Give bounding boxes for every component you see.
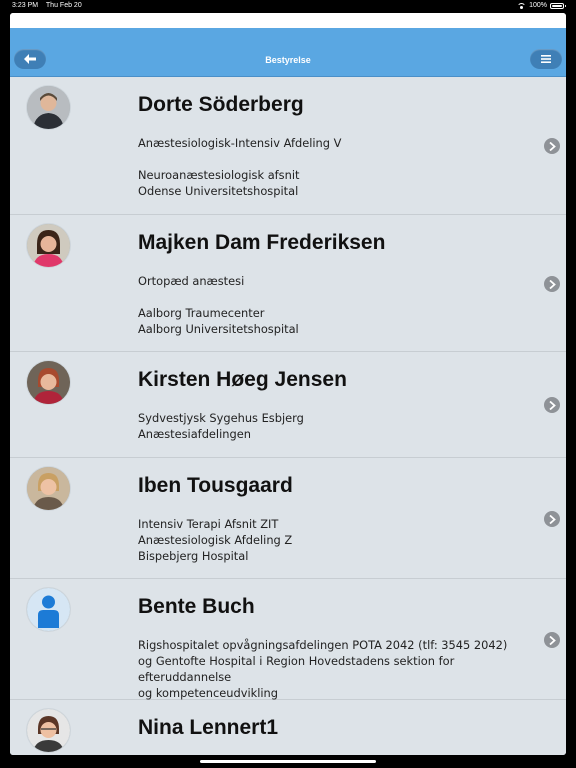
chevron-right-icon[interactable] xyxy=(544,511,560,527)
member-name: Dorte Söderberg xyxy=(138,93,304,116)
member-details: Intensiv Terapi Afsnit ZIT Anæstesiologi… xyxy=(138,516,538,564)
detail-line: Anæstesiologisk Afdeling Z xyxy=(138,533,293,547)
detail-line: Ortopæd anæstesi xyxy=(138,274,245,288)
detail-line: Aalborg Universitetshospital xyxy=(138,322,299,336)
wifi-icon xyxy=(517,2,527,9)
list-item[interactable]: Nina Lennert1 xyxy=(10,700,566,755)
detail-line: Odense Universitetshospital xyxy=(138,184,299,198)
detail-line: Aalborg Traumecenter xyxy=(138,306,265,320)
navigation-bar: Bestyrelse xyxy=(10,28,566,77)
menu-button[interactable] xyxy=(530,49,562,69)
detail-line: Intensiv Terapi Afsnit ZIT xyxy=(138,517,279,531)
page-title: Bestyrelse xyxy=(265,55,311,65)
avatar xyxy=(27,224,70,267)
detail-line: Anæstesiafdelingen xyxy=(138,427,251,441)
list-item[interactable]: Majken Dam Frederiksen Ortopæd anæstesi … xyxy=(10,215,566,352)
list-item[interactable]: Dorte Söderberg Anæstesiologisk-Intensiv… xyxy=(10,77,566,215)
avatar xyxy=(27,361,70,404)
detail-line: og Gentofte Hospital i Region Hovedstade… xyxy=(138,654,455,684)
list-item[interactable]: Iben Tousgaard Intensiv Terapi Afsnit ZI… xyxy=(10,458,566,579)
member-list: Dorte Söderberg Anæstesiologisk-Intensiv… xyxy=(10,77,566,755)
avatar xyxy=(27,467,70,510)
avatar xyxy=(27,86,70,129)
chevron-right-icon[interactable] xyxy=(544,276,560,292)
status-date: Thu Feb 20 xyxy=(45,2,82,9)
member-details: Rigshospitalet opvågningsafdelingen POTA… xyxy=(138,637,538,701)
member-name: Kirsten Høeg Jensen xyxy=(138,368,347,391)
member-details: Ortopæd anæstesi Aalborg Traumecenter Aa… xyxy=(138,273,538,337)
battery-icon xyxy=(550,2,566,9)
member-name: Bente Buch xyxy=(138,595,255,618)
battery-percent: 100% xyxy=(529,2,547,9)
detail-line: Bispebjerg Hospital xyxy=(138,549,249,563)
member-name: Iben Tousgaard xyxy=(138,474,293,497)
chevron-right-icon[interactable] xyxy=(544,397,560,413)
home-indicator[interactable] xyxy=(200,760,376,763)
detail-line: Rigshospitalet opvågningsafdelingen POTA… xyxy=(138,638,508,652)
avatar xyxy=(27,709,70,752)
chevron-right-icon[interactable] xyxy=(544,138,560,154)
detail-line: Sydvestjysk Sygehus Esbjerg xyxy=(138,411,304,425)
list-item[interactable]: Bente Buch Rigshospitalet opvågningsafde… xyxy=(10,579,566,700)
list-item[interactable]: Kirsten Høeg Jensen Sydvestjysk Sygehus … xyxy=(10,352,566,458)
person-icon xyxy=(27,588,70,631)
status-bar: 3:23 PM Thu Feb 20 100% xyxy=(0,0,576,13)
top-band xyxy=(10,13,566,28)
status-time: 3:23 PM xyxy=(12,2,39,9)
member-name: Nina Lennert1 xyxy=(138,716,279,739)
avatar-placeholder xyxy=(27,588,70,631)
member-details: Anæstesiologisk-Intensiv Afdeling V Neur… xyxy=(138,135,538,199)
detail-line: og kompetenceudvikling xyxy=(138,686,279,700)
chevron-right-icon[interactable] xyxy=(544,632,560,648)
member-details: Sydvestjysk Sygehus Esbjerg Anæstesiafde… xyxy=(138,410,538,442)
detail-line: Anæstesiologisk-Intensiv Afdeling V xyxy=(138,136,342,150)
hamburger-menu-icon xyxy=(541,55,551,63)
app-screen: Bestyrelse Dorte Söderberg Anæstesiologi… xyxy=(10,13,566,755)
member-name: Majken Dam Frederiksen xyxy=(138,231,386,254)
detail-line: Neuroanæstesiologisk afsnit xyxy=(138,168,300,182)
